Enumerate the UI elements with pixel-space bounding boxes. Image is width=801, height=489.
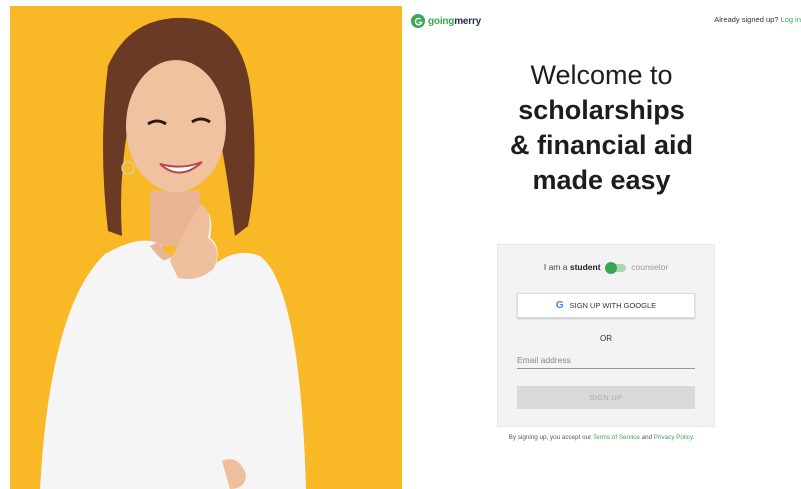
google-icon: G (555, 300, 564, 311)
signed-in-text: Already signed up? (714, 15, 779, 24)
hero-photo (10, 6, 402, 489)
email-field[interactable] (517, 352, 695, 369)
login-link[interactable]: Log in (781, 15, 801, 24)
signup-panel: goingmerry Already signed up? Log in Wel… (402, 0, 801, 489)
smiling-student-illustration (10, 6, 402, 489)
or-divider: OR (600, 334, 612, 343)
toggle-knob (604, 261, 617, 274)
legal-and: and (641, 434, 653, 441)
legal-prefix: By signing up, you accept our (508, 434, 592, 441)
google-signup-button[interactable]: G SIGN UP WITH GOOGLE (517, 293, 695, 318)
role-student-label[interactable]: student (570, 262, 601, 272)
privacy-link[interactable]: Privacy Policy (654, 434, 693, 441)
headline-line-3: & financial aid (509, 130, 694, 160)
legal-suffix: . (692, 434, 695, 441)
legal-text: By signing up, you accept our Terms of S… (402, 434, 801, 441)
role-counselor-label[interactable]: counselor (631, 262, 668, 272)
google-signup-label: SIGN UP WITH GOOGLE (569, 301, 657, 310)
already-signed-up: Already signed up? Log in (714, 15, 801, 24)
headline-line-4: made easy (532, 165, 671, 195)
logo-suffix: merry (454, 15, 482, 27)
signup-card: I am a student counselor G SIGN UP WITH … (497, 244, 715, 427)
logo-prefix: going (428, 15, 455, 27)
role-toggle-switch[interactable] (604, 261, 626, 274)
role-prefix: I am a (543, 262, 568, 272)
headline-line-1: Welcome to (530, 60, 673, 90)
going-merry-logo[interactable]: goingmerry (411, 14, 481, 28)
terms-link[interactable]: Terms of Service (593, 434, 640, 441)
headline-line-2: scholarships (518, 95, 685, 125)
signup-button[interactable]: SIGN UP (517, 386, 695, 409)
logo-icon (411, 14, 425, 28)
page-title: Welcome to scholarships & financial aid … (402, 58, 801, 198)
role-toggle-row: I am a student counselor (498, 261, 714, 274)
logo-text: goingmerry (428, 16, 481, 27)
